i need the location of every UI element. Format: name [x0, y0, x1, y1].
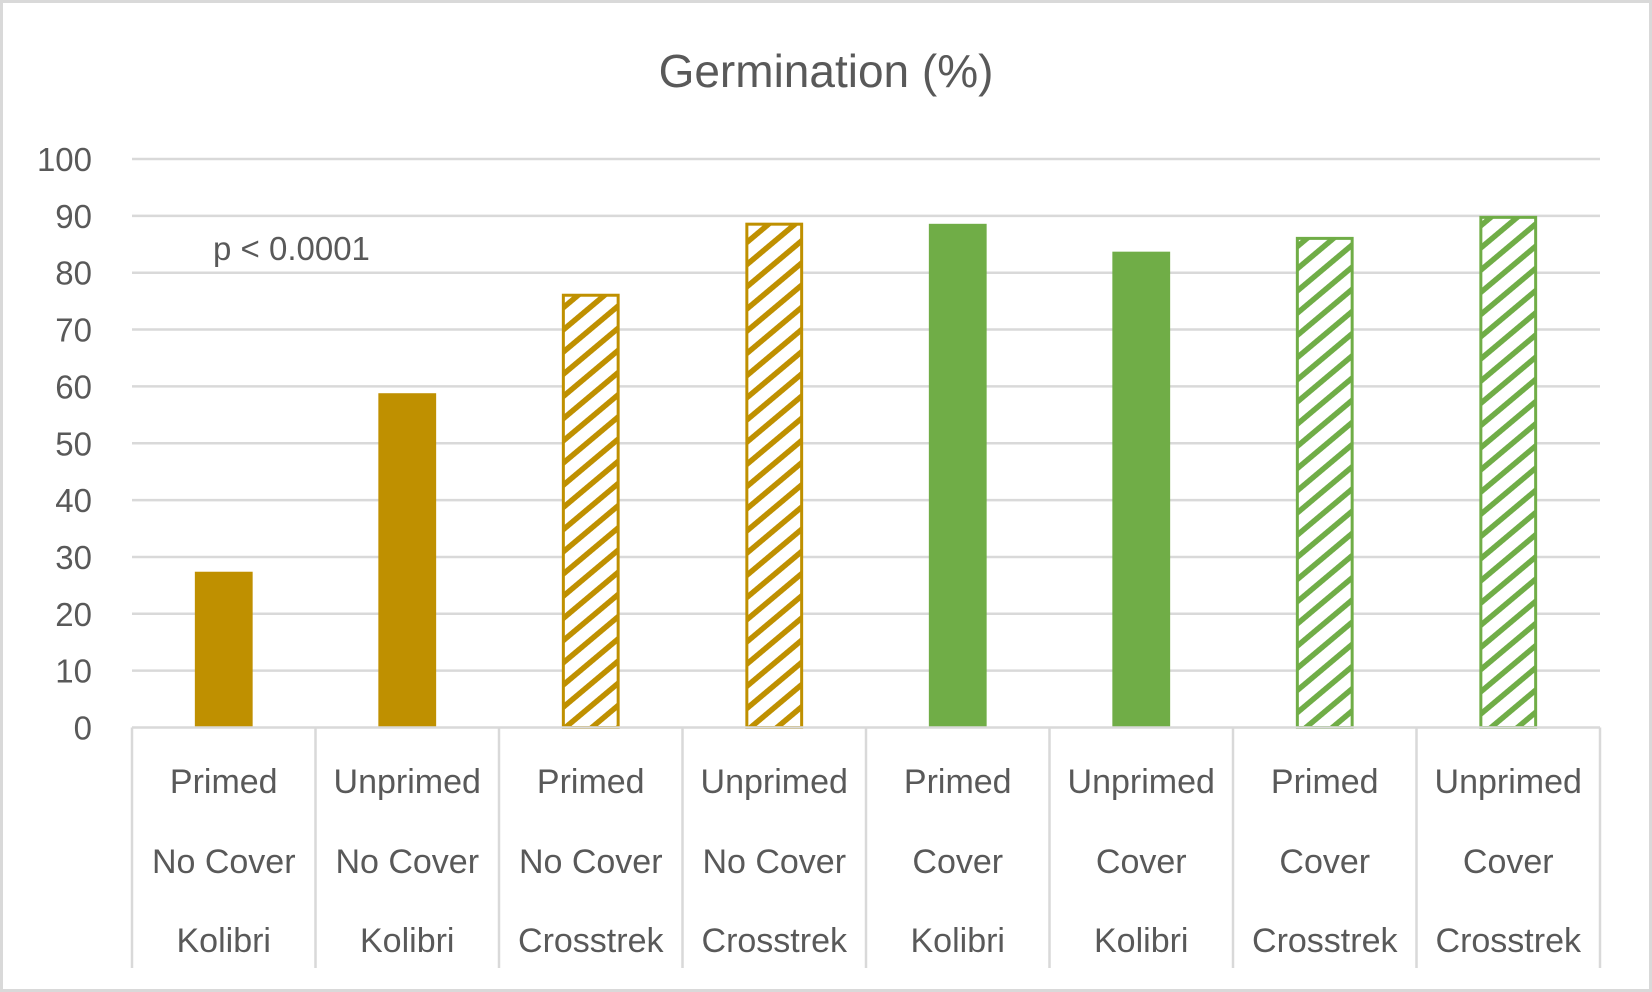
x-category-label: Crosstrek: [518, 922, 664, 960]
y-tick-label: 20: [55, 596, 92, 633]
x-category-label: Cover: [1096, 843, 1187, 881]
x-category-label: Primed: [537, 763, 645, 801]
y-tick-label: 70: [55, 312, 92, 349]
germination-bar-chart: Germination (%) 0 10 20 30 40 50 60 70 80 90 100 P…: [37, 45, 1602, 968]
x-category-label: Unprimed: [701, 763, 848, 801]
p-value-annotation: p < 0.0001: [213, 230, 370, 267]
bar: [928, 223, 987, 728]
bar: [561, 293, 620, 729]
x-category-label: Crosstrek: [1252, 922, 1398, 960]
bar: [745, 222, 804, 729]
y-tick-label: 50: [55, 425, 92, 462]
y-tick-label: 100: [37, 141, 92, 178]
y-tick-label: 80: [55, 255, 92, 292]
y-axis-tick-labels: 0 10 20 30 40 50 60 70 80 90 100: [37, 141, 92, 747]
y-tick-label: 10: [55, 653, 92, 690]
x-category-label: No Cover: [152, 843, 296, 881]
x-category-label: Unprimed: [334, 763, 481, 801]
x-category-label: Cover: [1279, 843, 1370, 881]
x-category-label: Cover: [912, 843, 1003, 881]
bar: [1112, 251, 1171, 728]
x-category-label: No Cover: [702, 843, 846, 881]
y-tick-label: 60: [55, 368, 92, 405]
x-category-label: Kolibri: [911, 922, 1005, 960]
bars: [194, 215, 1538, 730]
x-category-label: Kolibri: [1094, 922, 1188, 960]
x-category-label: Primed: [1271, 763, 1379, 801]
x-category-label: Cover: [1463, 843, 1554, 881]
x-category-label: No Cover: [519, 843, 663, 881]
x-category-label: Kolibri: [360, 922, 454, 960]
x-category-label: No Cover: [335, 843, 479, 881]
x-category-label: Crosstrek: [1436, 922, 1582, 960]
y-tick-label: 0: [74, 710, 92, 747]
x-category-label: Crosstrek: [702, 922, 848, 960]
bar: [378, 393, 437, 728]
bar: [1479, 215, 1538, 729]
y-tick-label: 40: [55, 482, 92, 519]
x-category-label: Kolibri: [177, 922, 271, 960]
x-category-label: Primed: [170, 763, 278, 801]
chart-title: Germination (%): [659, 45, 994, 97]
x-category-label: Primed: [904, 763, 1012, 801]
x-axis-categories: Primed No Cover Kolibri Unprimed No Cover Kol…: [130, 726, 1602, 968]
x-category-label: Unprimed: [1435, 763, 1582, 801]
y-tick-label: 30: [55, 539, 92, 576]
bar: [1295, 236, 1354, 730]
x-category-label: Unprimed: [1068, 763, 1215, 801]
y-tick-label: 90: [55, 198, 92, 235]
bar: [194, 571, 253, 728]
